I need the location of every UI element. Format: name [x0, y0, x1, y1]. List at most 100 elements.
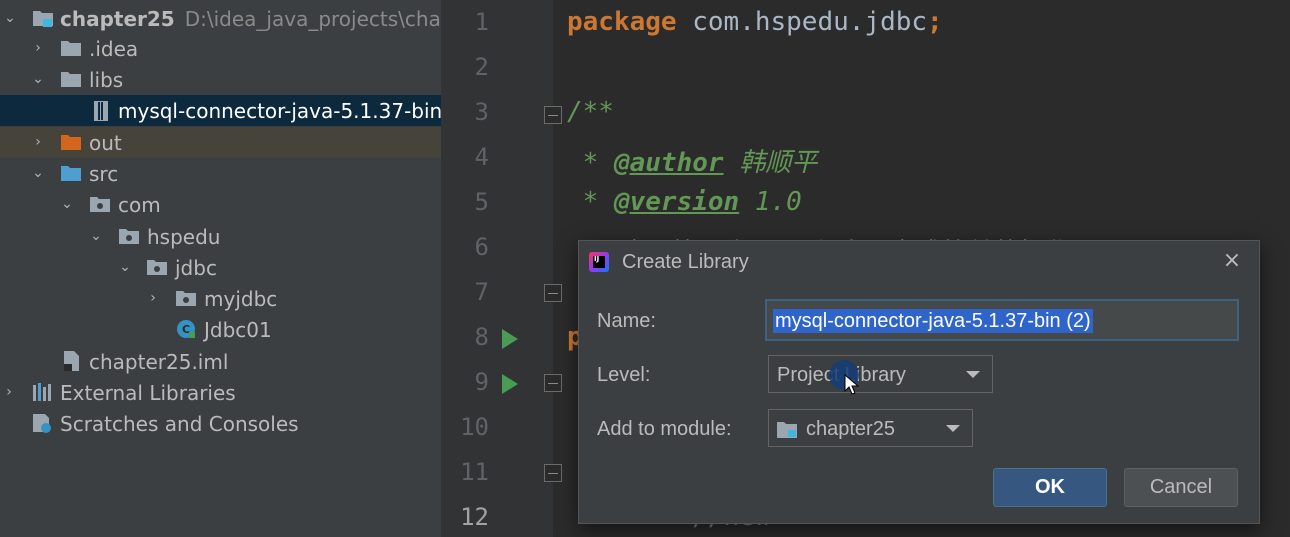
tree-item-label: mysql-connector-java-5.1.37-bin.j — [118, 98, 441, 123]
tree-item-label: com — [118, 192, 161, 217]
line-number: 11 — [460, 458, 489, 486]
chevron-down-icon[interactable]: ⌄ — [117, 259, 133, 275]
jar-icon — [94, 101, 108, 121]
doc-star: * — [567, 187, 614, 217]
code-line-5: * @version 1.0 — [567, 187, 802, 217]
tree-item-libs[interactable]: ⌄ libs — [0, 64, 441, 95]
module-folder-icon — [777, 422, 797, 438]
scratches-icon — [33, 414, 51, 433]
run-main-icon[interactable] — [502, 374, 518, 394]
line-number-current: 12 — [460, 503, 489, 531]
module-selected-value: chapter25 — [806, 418, 895, 440]
line-number: 2 — [474, 53, 489, 81]
doc-star: * — [567, 148, 614, 178]
source-folder-icon — [61, 166, 81, 181]
tree-item-label: Scratches and Consoles — [60, 411, 299, 436]
module-folder-icon — [33, 11, 53, 27]
module-path: D:\idea_java_projects\chapte — [184, 6, 441, 31]
line-number: 9 — [474, 368, 489, 396]
level-label: Level: — [597, 364, 651, 386]
code-line-4: * @author 韩顺平 — [567, 142, 818, 179]
tree-item-label: out — [89, 130, 122, 155]
fold-marker-icon[interactable] — [544, 284, 562, 302]
line-number: 5 — [474, 188, 489, 216]
tree-item-label: src — [89, 161, 119, 186]
chevron-down-icon — [966, 371, 980, 378]
tree-item-label: hspedu — [147, 224, 221, 249]
level-select[interactable]: Project Library — [768, 355, 993, 393]
tree-item-out[interactable]: › out — [0, 127, 441, 158]
line-number: 7 — [474, 278, 489, 306]
tree-item-idea[interactable]: › .idea — [0, 33, 441, 64]
chevron-down-icon — [946, 425, 960, 432]
create-library-dialog: Create Library × Name: mysql-connector-j… — [578, 240, 1260, 524]
cancel-button[interactable]: Cancel — [1124, 468, 1238, 507]
java-class-icon: C — [177, 320, 195, 338]
tree-item-label: chapter25D:\idea_java_projects\chapte — [60, 7, 441, 31]
name-label: Name: — [597, 310, 656, 332]
doc-tag: @version — [613, 187, 740, 217]
chevron-down-icon[interactable]: ⌄ — [30, 71, 46, 87]
doc-tag: @author — [613, 148, 724, 178]
external-libraries-icon — [33, 383, 51, 401]
tree-item-com[interactable]: ⌄ com — [0, 189, 441, 220]
module-label: Add to module: — [597, 418, 732, 440]
tree-item-chapter25[interactable]: ⌄ chapter25D:\idea_java_projects\chapte — [0, 3, 441, 34]
chevron-down-icon[interactable]: ⌄ — [2, 10, 18, 26]
chevron-down-icon[interactable]: ⌄ — [88, 228, 104, 244]
tree-item-label: Jdbc01 — [204, 317, 272, 342]
line-number: 10 — [460, 413, 489, 441]
svg-text:C: C — [182, 323, 190, 336]
excluded-folder-icon — [61, 135, 81, 150]
tree-item-jdbc[interactable]: ⌄ jdbc — [0, 252, 441, 283]
tree-item-hspedu[interactable]: ⌄ hspedu — [0, 221, 441, 252]
tree-item-jdbc01[interactable]: C Jdbc01 — [0, 314, 441, 345]
tree-item-mysql-jar[interactable]: mysql-connector-java-5.1.37-bin.j — [0, 95, 441, 126]
tree-item-scratches[interactable]: Scratches and Consoles — [0, 408, 441, 439]
package-icon — [176, 291, 196, 306]
tree-item-src[interactable]: ⌄ src — [0, 158, 441, 189]
line-number: 3 — [474, 98, 489, 126]
folder-icon — [61, 41, 81, 56]
intellij-logo-icon — [589, 252, 609, 272]
line-number: 8 — [474, 323, 489, 351]
dialog-title: Create Library — [622, 251, 749, 273]
package-icon — [119, 229, 139, 244]
line-number: 1 — [474, 8, 489, 36]
tree-item-external-libraries[interactable]: › External Libraries — [0, 377, 441, 408]
chevron-right-icon[interactable]: › — [30, 134, 46, 150]
tree-item-myjdbc[interactable]: › myjdbc — [0, 283, 441, 314]
tree-item-label: myjdbc — [204, 286, 278, 311]
fold-marker-icon[interactable] — [544, 374, 562, 392]
doc-value: 韩顺平 — [723, 148, 818, 178]
mouse-pointer-icon — [844, 374, 860, 395]
chevron-right-icon[interactable]: › — [145, 290, 161, 306]
package-icon — [90, 197, 110, 212]
tree-item-label: External Libraries — [60, 380, 236, 405]
library-name-value: mysql-connector-java-5.1.37-bin (2) — [773, 309, 1093, 333]
tree-item-label: libs — [89, 67, 124, 92]
chevron-down-icon[interactable]: ⌄ — [30, 165, 46, 181]
keyword: package — [567, 7, 677, 37]
fold-marker-icon[interactable] — [544, 464, 562, 482]
ok-button[interactable]: OK — [993, 468, 1107, 507]
tree-item-label: chapter25.iml — [89, 349, 229, 374]
folder-icon — [61, 72, 81, 87]
module-select[interactable]: chapter25 — [768, 409, 973, 447]
line-number: 4 — [474, 143, 489, 171]
fold-marker-icon[interactable] — [544, 106, 562, 124]
iml-file-icon — [64, 351, 79, 371]
chevron-down-icon[interactable]: ⌄ — [59, 196, 75, 212]
code-line-1: package com.hspedu.jdbc; — [567, 7, 943, 37]
close-icon[interactable]: × — [1219, 247, 1245, 273]
chevron-right-icon[interactable]: › — [30, 40, 46, 56]
code-line-3: /** — [567, 97, 614, 127]
library-name-input[interactable]: mysql-connector-java-5.1.37-bin (2) — [765, 299, 1239, 341]
package-icon — [147, 260, 167, 275]
chevron-right-icon[interactable]: › — [1, 384, 17, 400]
tree-item-iml[interactable]: chapter25.iml — [0, 346, 441, 377]
line-number: 6 — [474, 233, 489, 261]
run-class-icon[interactable] — [502, 329, 518, 349]
semicolon: ; — [927, 7, 943, 37]
package-name: com.hspedu.jdbc — [676, 7, 928, 37]
